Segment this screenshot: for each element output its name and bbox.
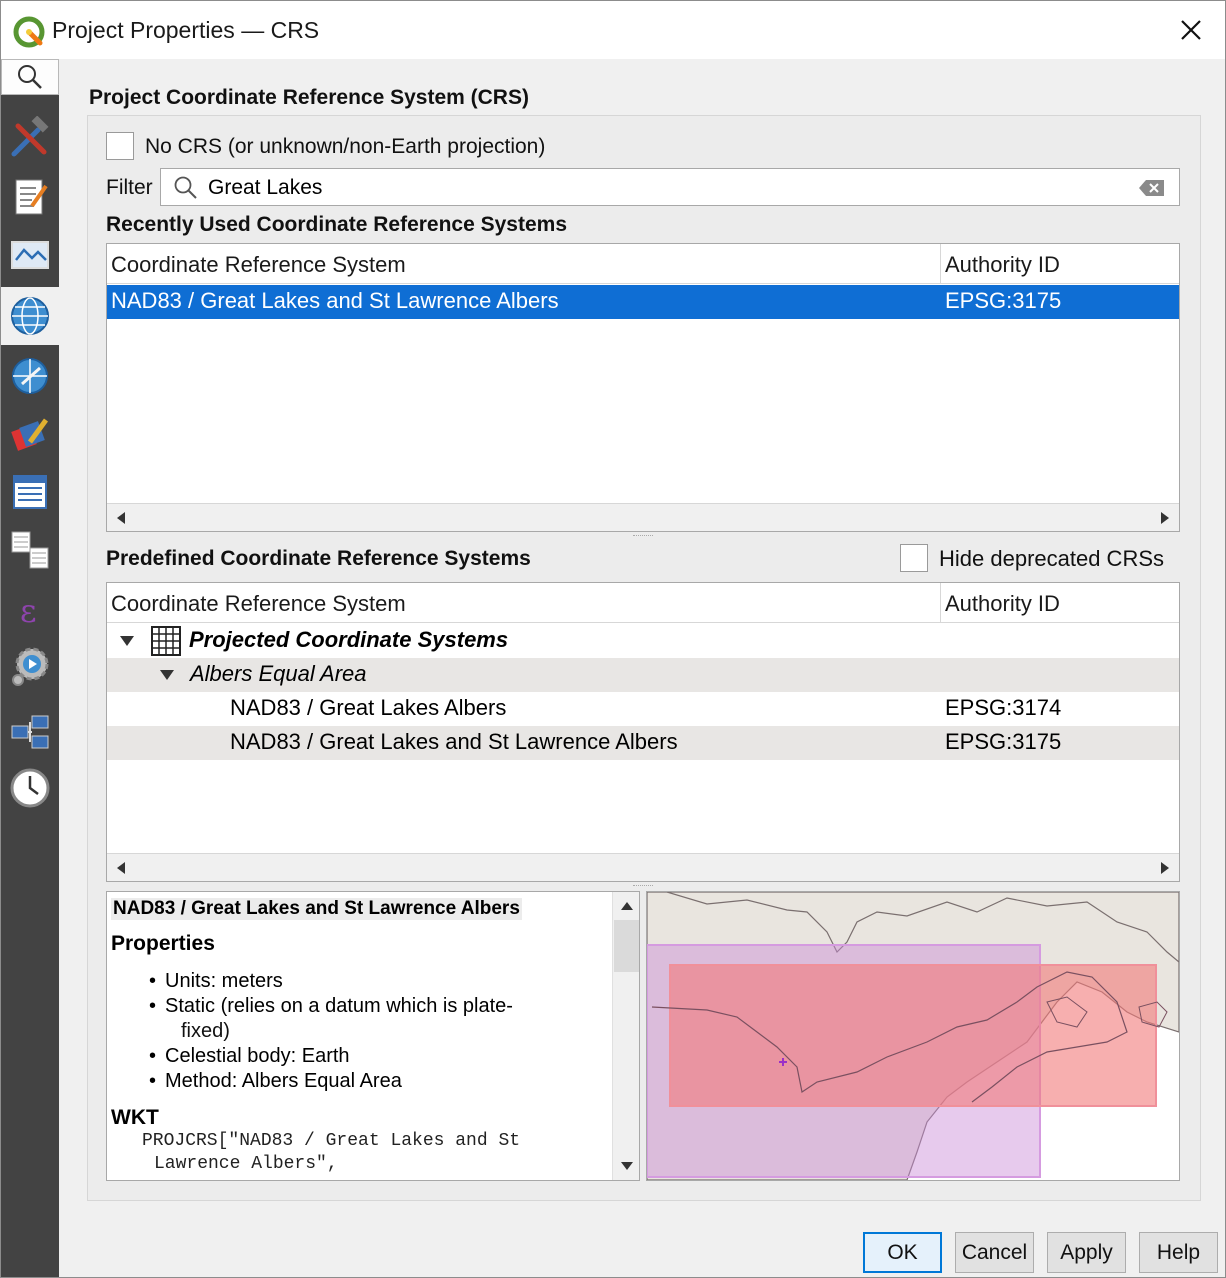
authority-id-cell: EPSG:3175 (945, 729, 1062, 754)
grid-projection-icon (151, 626, 181, 656)
svg-text:ε: ε (20, 592, 37, 630)
collapse-arrow-icon[interactable] (159, 669, 175, 681)
sidebar-item-relations[interactable] (1, 521, 59, 579)
tree-subgroup-label: Albers Equal Area (190, 661, 367, 686)
sidebar-item-view-settings[interactable] (1, 227, 59, 285)
scroll-right-arrow-icon[interactable] (1151, 854, 1179, 881)
section-title-crs: Project Coordinate Reference System (CRS… (89, 86, 529, 109)
sidebar-item-default-styles[interactable] (1, 405, 59, 463)
temporal-icon (10, 768, 50, 808)
horizontal-scrollbar[interactable] (107, 853, 1179, 881)
hide-deprecated-label: Hide deprecated CRSs (939, 546, 1165, 571)
sidebar-item-general[interactable] (1, 109, 59, 167)
collapse-arrow-icon[interactable] (119, 635, 135, 647)
sidebar-item-macros[interactable] (1, 637, 59, 695)
property-item: Units: meters (149, 970, 283, 993)
tree-subgroup-row[interactable]: Albers Equal Area (107, 658, 1179, 692)
no-crs-checkbox[interactable] (106, 132, 134, 160)
table-row[interactable]: NAD83 / Great Lakes and St Lawrence Albe… (107, 726, 1179, 760)
sidebar-item-data-sources[interactable] (1, 463, 59, 521)
wkt-heading: WKT (111, 1106, 159, 1129)
project-properties-dialog: Project Properties — CRS ε Project Coord… (0, 0, 1226, 1278)
filter-label: Filter (106, 176, 153, 199)
sidebar-item-temporal[interactable] (1, 759, 59, 817)
window-title: Project Properties — CRS (52, 17, 320, 43)
title-bar: Project Properties — CRS (1, 1, 1225, 59)
tree-group-label: Projected Coordinate Systems (189, 627, 509, 652)
scroll-left-arrow-icon[interactable] (107, 854, 135, 881)
splitter-handle[interactable] (633, 885, 653, 889)
transformations-icon (12, 358, 48, 394)
splitter-handle[interactable] (633, 535, 653, 539)
default-styles-icon (11, 418, 49, 451)
table-row[interactable]: NAD83 / Great Lakes Albers EPSG:3174 (107, 692, 1179, 726)
metadata-icon (15, 179, 48, 215)
sidebar-item-crs[interactable] (1, 287, 59, 345)
column-header-authority-id[interactable]: Authority ID (941, 244, 1060, 284)
tree-group-row[interactable]: Projected Coordinate Systems (107, 624, 1179, 658)
view-settings-icon (11, 241, 49, 269)
crs-details-title: NAD83 / Great Lakes and St Lawrence Albe… (111, 898, 522, 920)
authority-id-cell: EPSG:3174 (945, 695, 1062, 720)
sidebar-item-transformations[interactable] (1, 347, 59, 405)
extent-map-canvas (647, 892, 1179, 1180)
crs-name-cell: NAD83 / Great Lakes and St Lawrence Albe… (111, 288, 559, 313)
property-item: Celestial body: Earth (149, 1045, 350, 1068)
predefined-crs-table: Coordinate Reference System Authority ID… (106, 582, 1180, 882)
crs-details-panel: NAD83 / Great Lakes and St Lawrence Albe… (106, 891, 640, 1181)
wkt-text: PROJCRS["NAD83 / Great Lakes and St (142, 1131, 521, 1151)
scroll-left-arrow-icon[interactable] (107, 504, 135, 531)
vertical-scrollbar[interactable] (612, 892, 639, 1180)
table-header: Coordinate Reference System Authority ID (107, 583, 1179, 623)
qgis-logo-icon (13, 16, 45, 48)
apply-button[interactable]: Apply (1047, 1232, 1126, 1273)
search-icon (174, 176, 197, 199)
column-header-crs[interactable]: Coordinate Reference System (107, 244, 406, 284)
crs-name-cell: NAD83 / Great Lakes and St Lawrence Albe… (230, 729, 678, 754)
ok-button[interactable]: OK (863, 1232, 942, 1273)
recent-crs-table: Coordinate Reference System Authority ID… (106, 243, 1180, 532)
sidebar-item-metadata[interactable] (1, 169, 59, 227)
search-icon (18, 65, 42, 89)
sidebar-item-variables[interactable]: ε (1, 581, 59, 639)
property-item: Method: Albers Equal Area (149, 1070, 402, 1093)
cancel-button[interactable]: Cancel (955, 1232, 1034, 1273)
properties-heading: Properties (111, 932, 215, 955)
crs-name-cell: NAD83 / Great Lakes Albers (230, 695, 507, 720)
help-button[interactable]: Help (1139, 1232, 1218, 1273)
macros-icon (12, 647, 49, 686)
data-sources-icon (13, 475, 47, 509)
property-continuation: fixed) (181, 1020, 230, 1042)
table-header: Coordinate Reference System Authority ID (107, 244, 1179, 284)
sidebar-search[interactable] (1, 59, 59, 95)
horizontal-scrollbar[interactable] (107, 503, 1179, 531)
general-tools-icon (11, 116, 49, 157)
crs-globe-icon (11, 297, 49, 335)
column-header-crs[interactable]: Coordinate Reference System (107, 583, 406, 623)
qgis-server-icon (11, 715, 49, 749)
scroll-up-arrow-icon[interactable] (613, 892, 639, 920)
table-row[interactable]: NAD83 / Great Lakes and St Lawrence Albe… (107, 285, 1179, 319)
recent-crs-title: Recently Used Coordinate Reference Syste… (106, 213, 568, 236)
authority-id-cell: EPSG:3175 (945, 288, 1062, 313)
predefined-crs-title: Predefined Coordinate Reference Systems (106, 547, 531, 570)
variables-icon: ε (20, 592, 37, 630)
column-header-authority-id[interactable]: Authority ID (941, 583, 1060, 623)
hide-deprecated-checkbox[interactable] (900, 544, 928, 572)
sidebar-item-qgis-server[interactable] (1, 703, 59, 761)
wkt-text: Lawrence Albers", (154, 1154, 338, 1174)
relations-icon (11, 531, 49, 569)
close-icon[interactable] (1171, 13, 1211, 49)
filter-input[interactable]: Great Lakes (160, 168, 1180, 206)
filter-value: Great Lakes (208, 176, 323, 199)
scrollbar-thumb[interactable] (614, 920, 639, 972)
clear-filter-icon[interactable] (1138, 178, 1166, 198)
scroll-right-arrow-icon[interactable] (1151, 504, 1179, 531)
crs-extent-map (646, 891, 1180, 1181)
scroll-down-arrow-icon[interactable] (613, 1152, 639, 1180)
no-crs-label: No CRS (or unknown/non-Earth projection) (145, 135, 546, 158)
sidebar: ε (1, 59, 59, 1277)
property-item: Static (relies on a datum which is plate… (149, 995, 513, 1018)
